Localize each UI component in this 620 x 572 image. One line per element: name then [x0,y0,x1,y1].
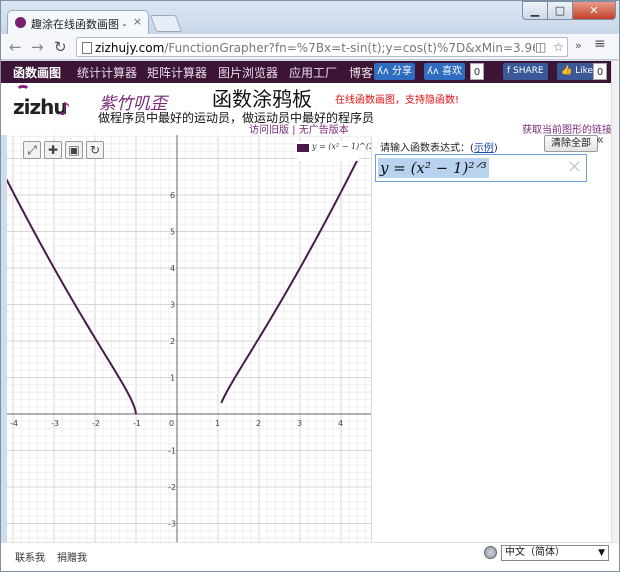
x-tick-label: 0 [169,419,174,428]
y-tick-label: 1 [170,374,175,383]
y-tick-label: 3 [170,301,175,310]
expression-text[interactable]: y = (x² − 1)²ᐟ³ [378,158,489,178]
maximize-button[interactable]: □ [547,1,573,20]
zoom-in-icon[interactable]: ✚ [44,141,62,159]
menu-icon[interactable]: ≡ [594,36,606,52]
nav-item-apps[interactable]: 应用工厂 [289,64,337,81]
reader-icon[interactable]: ◫ [535,40,546,54]
globe-icon [484,546,497,559]
x-tick-label: 2 [256,419,261,428]
site-nav: 函数画图 统计计算器 矩阵计算器 图片浏览器 应用工厂 博客 ʎʌ 分享 ʎʌ … [1,61,611,83]
legend-swatch [297,144,309,152]
fb-like-button[interactable]: 👍 Like [557,63,598,80]
close-window-button[interactable]: ✕ [572,1,616,20]
x-tick-label: -1 [133,419,141,428]
y-tick-label: 4 [170,264,175,273]
graph-svg[interactable]: -4 -3 -2 -1 0 1 2 3 4 6 5 4 3 2 1 -1 -2 -3 [7,135,371,542]
address-bar[interactable]: zizhujy.com/FunctionGrapher?fn=%7Bx=t-si… [76,37,568,57]
forward-arrow-icon[interactable]: → [31,38,44,56]
wifi-icon [16,85,30,95]
clear-all-button[interactable]: 清除全部 [544,135,598,152]
y-tick-label: 2 [170,337,175,346]
favicon-icon [15,17,26,28]
x-tick-label: -3 [51,419,59,428]
tagline: 在线函数画图，支持隐函数! [335,95,460,106]
expression-label: 请输入函数表达式：(示例) [380,143,498,154]
nav-item-images[interactable]: 图片浏览器 [218,64,278,81]
y-tick-label: 6 [170,191,175,200]
graph-canvas[interactable]: -4 -3 -2 -1 0 1 2 3 4 6 5 4 3 2 1 -1 -2 -3 ⤢ ✚ ▣ ↻ y = (x… [7,135,371,542]
nav-item-blog[interactable]: 博客 [349,64,373,81]
example-link[interactable]: 示例 [474,143,494,154]
like-button[interactable]: ʎʌ 喜欢 [424,63,466,80]
page-footer: 联系我 捐赠我 中文（简体） ▼ [1,542,619,571]
expression-input[interactable]: y = (x² − 1)²ᐟ³ × [375,154,587,182]
x-tick-label: 4 [338,419,343,428]
overflow-chevron-icon[interactable]: » [575,39,582,52]
y-tick-label: -2 [168,483,176,492]
expression-panel: 请输入函数表达式：(示例) 清除全部 « y = (x² − 1)²ᐟ³ × [371,133,611,542]
page-scrollbar[interactable] [611,61,619,542]
bookmark-star-icon[interactable]: ☆ [553,40,564,54]
browser-toolbar: ← → ↻ zizhujy.com/FunctionGrapher?fn=%7B… [1,34,619,60]
x-tick-label: -4 [10,419,18,428]
reload-icon[interactable]: ↻ [54,38,67,56]
chevron-down-icon: ▼ [598,548,605,558]
url-text: zizhujy.com/FunctionGrapher?fn=%7Bx=t-si… [95,41,535,55]
donate-link[interactable]: 捐赠我 [57,549,87,564]
y-tick-label: -3 [168,520,176,529]
nav-item-matrix[interactable]: 矩阵计算器 [147,64,207,81]
language-select[interactable]: 中文（简体） ▼ [501,545,609,561]
browser-window: 趣涂在线函数画图 - ... × ▁ □ ✕ ← → ↻ zizhujy.com… [0,0,620,572]
fb-like-count: 0 [593,63,607,80]
save-icon[interactable]: ▣ [65,141,83,159]
x-tick-label: 1 [215,419,220,428]
page-icon [82,42,92,54]
refresh-icon[interactable]: ↻ [86,141,104,159]
browser-tab[interactable]: 趣涂在线函数画图 - ... × [7,10,149,34]
close-tab-icon[interactable]: × [133,15,142,28]
fit-view-icon[interactable]: ⤢ [23,141,41,159]
collapse-panel-icon[interactable]: « [596,133,604,148]
x-tick-label: -2 [92,419,100,428]
back-arrow-icon[interactable]: ← [9,38,22,56]
like-count: 0 [470,63,484,80]
tab-title: 趣涂在线函数画图 - ... [31,18,131,31]
share-button[interactable]: ʎʌ 分享 [374,63,416,80]
fb-share-button[interactable]: f SHARE [503,63,548,80]
function-curve [220,159,359,404]
minimize-button[interactable]: ▁ [522,1,548,20]
tab-strip: 趣涂在线函数画图 - ... × ▁ □ ✕ [1,1,619,34]
contact-link[interactable]: 联系我 [15,549,45,564]
page-title: 函数涂鸦板 [212,87,312,111]
y-tick-label: -1 [168,447,176,456]
x-tick-label: 3 [297,419,302,428]
music-note-icon: ♪ [59,99,71,120]
remove-expression-icon[interactable]: × [567,156,582,177]
site-banner: zizhu ♪ 紫竹叽歪 函数涂鸦板 在线函数画图，支持隐函数! 做程序员中最好… [1,83,612,136]
y-tick-label: 5 [170,228,175,237]
legend-label: y = (x² − 1)^(2/3) [312,142,371,151]
nav-item-grapher[interactable]: 函数画图 [13,64,61,81]
old-version-links[interactable]: 访问旧版 | 无广告版本 [249,121,349,136]
nav-item-stats[interactable]: 统计计算器 [77,64,137,81]
new-tab-button[interactable] [149,15,183,32]
graph-legend: y = (x² − 1)^(2/3) [297,141,371,161]
